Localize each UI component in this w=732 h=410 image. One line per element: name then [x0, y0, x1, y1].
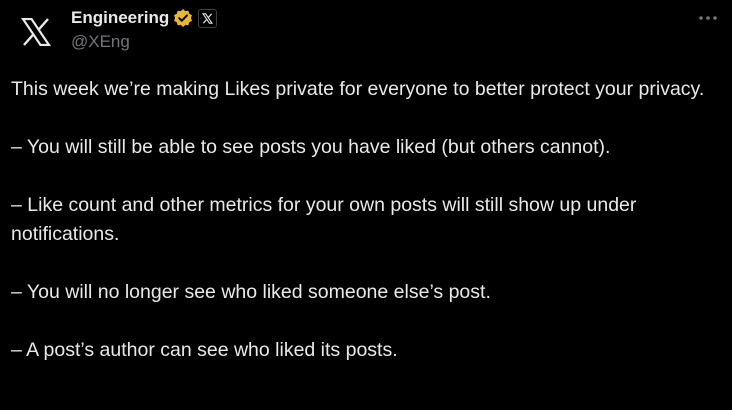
more-options-icon — [699, 16, 717, 20]
post: Engineering @XEng This week we’re making… — [0, 0, 732, 410]
handle[interactable]: @XEng — [71, 31, 217, 53]
post-paragraph: – Like count and other metrics for your … — [11, 194, 637, 245]
display-name[interactable]: Engineering — [71, 6, 169, 30]
name-row: Engineering — [71, 6, 218, 30]
post-paragraph: – You will no longer see who liked someo… — [11, 281, 491, 303]
more-options-button[interactable] — [696, 8, 720, 28]
post-paragraph: This week we’re making Likes private for… — [11, 78, 705, 100]
post-paragraph: – You will still be able to see posts yo… — [11, 136, 611, 158]
x-affiliate-badge-icon[interactable] — [198, 8, 218, 28]
avatar[interactable] — [10, 6, 62, 58]
post-header: Engineering @XEng — [71, 6, 218, 53]
post-paragraph: – A post’s author can see who liked its … — [11, 339, 398, 361]
verified-gold-badge-icon[interactable] — [173, 8, 193, 28]
post-text: This week we’re making Likes private for… — [11, 75, 726, 365]
x-mini-logo-icon — [202, 12, 214, 24]
x-logo-icon — [21, 18, 51, 46]
